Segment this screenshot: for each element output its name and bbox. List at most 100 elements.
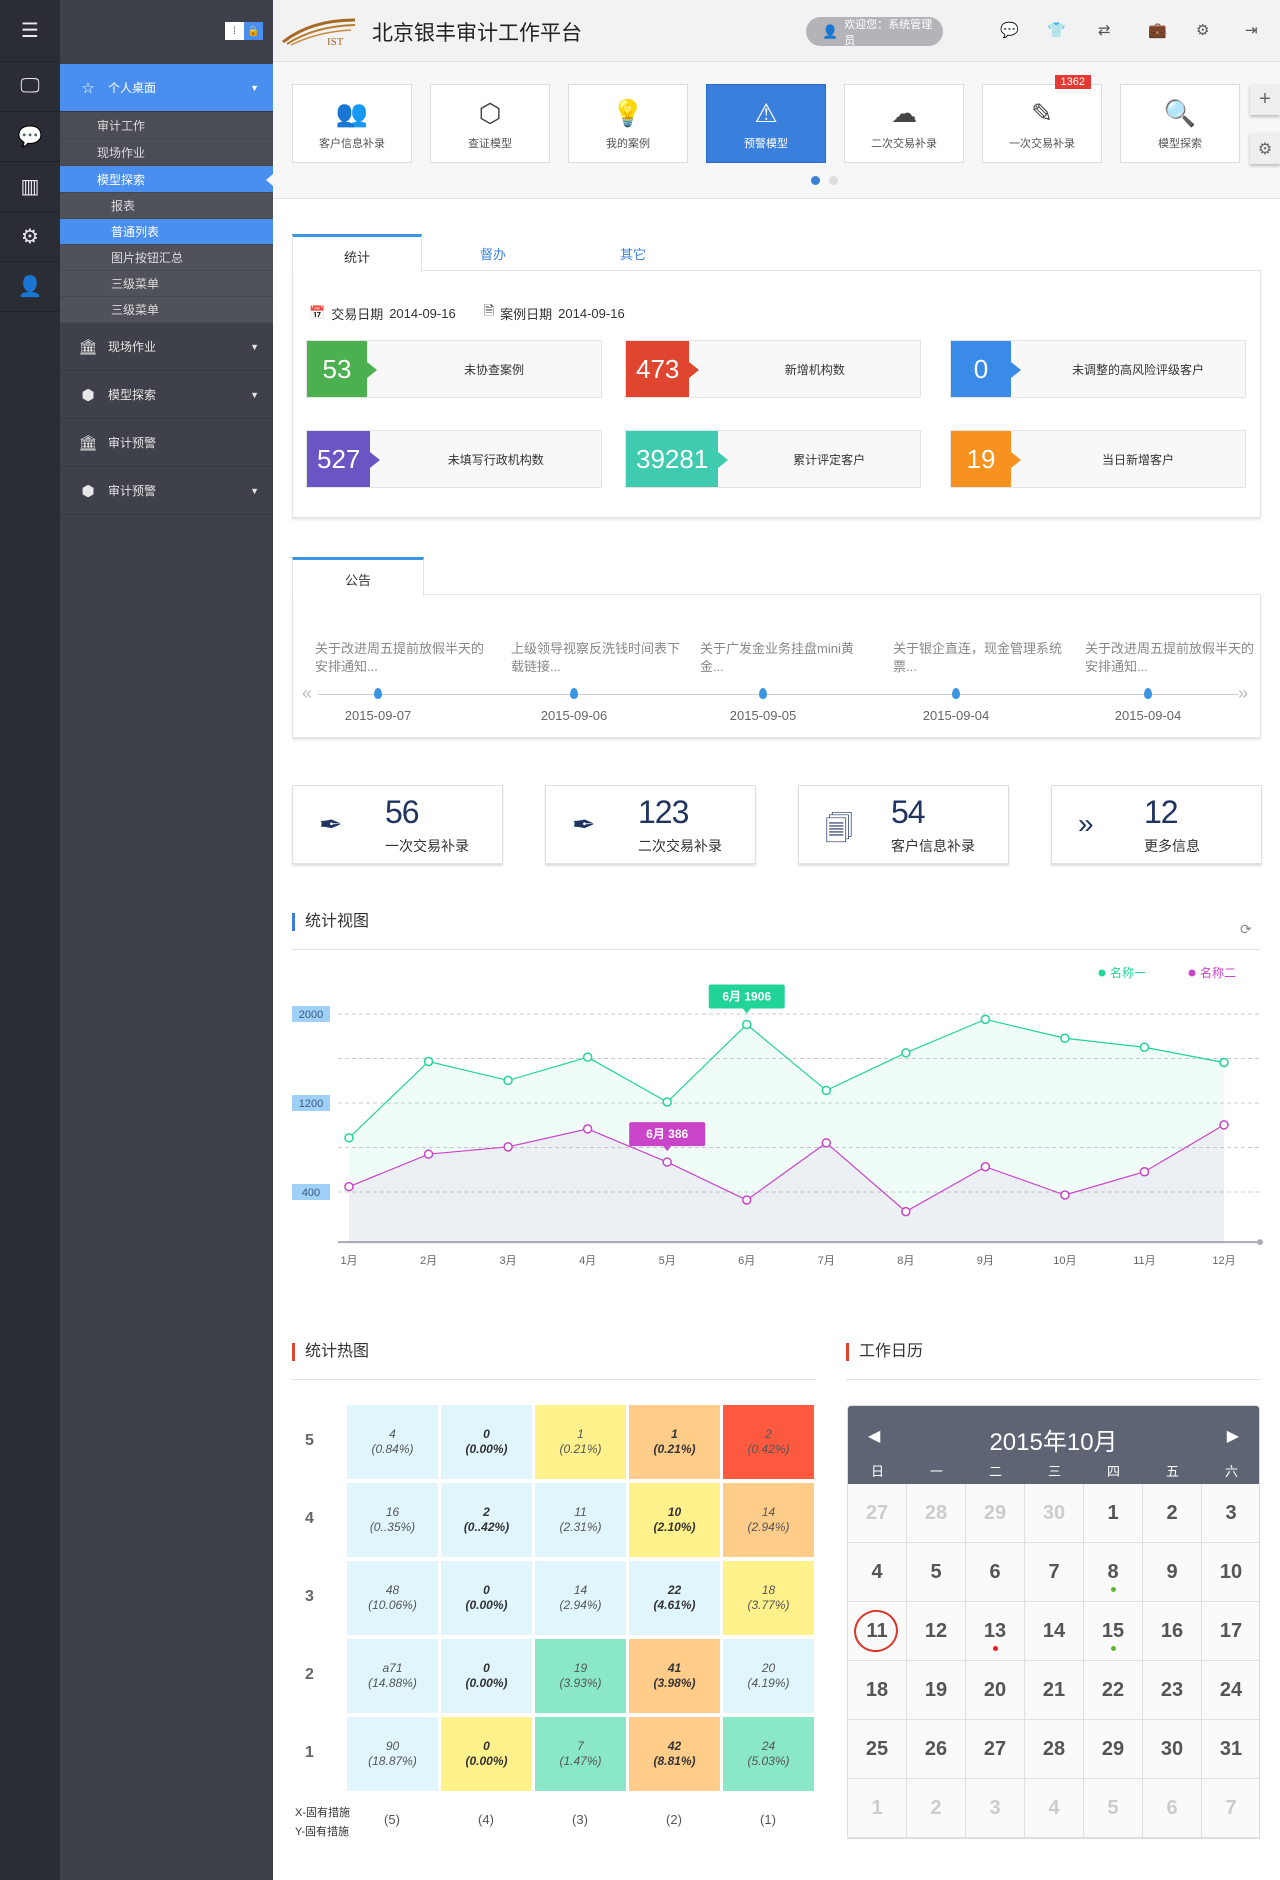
user-menu[interactable]: 👤 欢迎您：系统管理员 bbox=[806, 17, 943, 47]
calendar-day[interactable]: 7 bbox=[1025, 1543, 1084, 1602]
data-point[interactable] bbox=[662, 1157, 672, 1167]
swap-icon[interactable]: ⇄ bbox=[1098, 21, 1111, 39]
heatmap-cell[interactable]: 20 (4.19%) bbox=[723, 1639, 814, 1713]
calendar-day[interactable]: 28 bbox=[907, 1484, 966, 1543]
heatmap-cell[interactable]: 41 (3.98%) bbox=[629, 1639, 720, 1713]
calendar-day[interactable]: 29 bbox=[1084, 1720, 1143, 1779]
lock-icon[interactable]: 🔒 bbox=[244, 22, 263, 40]
heatmap-cell[interactable]: 11 (2.31%) bbox=[535, 1483, 626, 1557]
shortcut-tile[interactable]: 👥 客户信息补录 bbox=[292, 84, 412, 163]
sidebar-item[interactable]: 图片按钮汇总 bbox=[60, 245, 273, 271]
calendar-day[interactable]: 5 bbox=[1084, 1779, 1143, 1838]
heatmap-cell[interactable]: 0 (0.00%) bbox=[441, 1405, 532, 1479]
sidebar-item[interactable]: 三级菜单 bbox=[60, 271, 273, 297]
calendar-day[interactable]: 16 bbox=[1143, 1602, 1202, 1661]
next-icon[interactable]: » bbox=[1238, 683, 1248, 704]
heatmap-cell[interactable]: 0 (0.00%) bbox=[441, 1639, 532, 1713]
heatmap-cell[interactable]: a71 (14.88%) bbox=[347, 1639, 438, 1713]
calendar-day[interactable]: 30 bbox=[1025, 1484, 1084, 1543]
calendar-day[interactable]: 2 bbox=[1143, 1484, 1202, 1543]
legend-label[interactable]: 名称一 bbox=[1110, 965, 1146, 980]
info-card[interactable]: » 12 更多信息 bbox=[1051, 785, 1262, 864]
heatmap-cell[interactable]: 4 (0.84%) bbox=[347, 1405, 438, 1479]
calendar-day[interactable]: 3 bbox=[1202, 1484, 1259, 1543]
calendar-day[interactable]: 17 bbox=[1202, 1602, 1259, 1661]
data-point[interactable] bbox=[503, 1075, 513, 1086]
info-card[interactable]: ✒ 123 二次交易补录 bbox=[545, 785, 756, 864]
calendar-day[interactable]: 1 bbox=[848, 1779, 907, 1838]
data-point[interactable] bbox=[1139, 1042, 1150, 1053]
calendar-day[interactable]: 22 bbox=[1084, 1661, 1143, 1720]
data-point[interactable] bbox=[344, 1133, 354, 1143]
calendar-day[interactable]: 25 bbox=[848, 1720, 907, 1779]
heatmap-cell[interactable]: 0 (0.00%) bbox=[441, 1717, 532, 1791]
calendar-day[interactable]: 30 bbox=[1143, 1720, 1202, 1779]
carousel-dot-2[interactable] bbox=[829, 176, 838, 185]
chat-icon[interactable]: 💬 bbox=[1000, 21, 1019, 39]
calendar-day[interactable]: 1 bbox=[1084, 1484, 1143, 1543]
stat-card[interactable]: 53 未协查案例 bbox=[306, 340, 602, 398]
data-point[interactable] bbox=[741, 1019, 752, 1030]
stat-card[interactable]: 19 当日新增客户 bbox=[950, 430, 1246, 488]
calendar-day[interactable]: 29 bbox=[966, 1484, 1025, 1543]
heatmap-cell[interactable]: 24 (5.03%) bbox=[723, 1717, 814, 1791]
notice-link[interactable]: 关于广发金业务挂盘mini黄金... bbox=[700, 640, 870, 676]
notice-link[interactable]: 上级领导视察反洗钱时间表下载链接... bbox=[511, 640, 681, 676]
heatmap-cell[interactable]: 90 (18.87%) bbox=[347, 1717, 438, 1791]
data-point[interactable] bbox=[821, 1138, 832, 1148]
stat-card[interactable]: 527 未填写行政机构数 bbox=[306, 430, 602, 488]
data-point[interactable] bbox=[582, 1124, 593, 1134]
heatmap-cell[interactable]: 14 (2.94%) bbox=[723, 1483, 814, 1557]
refresh-icon[interactable]: ⟳ bbox=[1240, 921, 1252, 938]
gear-icon[interactable]: ⚙ bbox=[1196, 21, 1209, 39]
sidebar-item[interactable]: 现场作业 bbox=[60, 139, 273, 166]
calendar-day[interactable]: 11 bbox=[848, 1602, 907, 1661]
user-settings-icon[interactable]: 👤 bbox=[0, 262, 60, 312]
briefcase-icon[interactable]: 💼 bbox=[1148, 21, 1167, 39]
prev-icon[interactable]: « bbox=[302, 683, 312, 704]
data-point[interactable] bbox=[503, 1142, 513, 1152]
calendar-day[interactable]: 20 bbox=[966, 1661, 1025, 1720]
calendar-day[interactable]: 4 bbox=[1025, 1779, 1084, 1838]
calendar-day[interactable]: 27 bbox=[966, 1720, 1025, 1779]
info-card[interactable]: 🗐 54 客户信息补录 bbox=[798, 785, 1009, 864]
calendar-day[interactable]: 14 bbox=[1025, 1602, 1084, 1661]
shortcut-tile[interactable]: ⬡ 查证模型 bbox=[430, 84, 550, 163]
calendar-day[interactable]: 4 bbox=[848, 1543, 907, 1602]
shortcut-tile[interactable]: ☁ 二次交易补录 bbox=[844, 84, 964, 163]
calendar-day[interactable]: 18 bbox=[848, 1661, 907, 1720]
shortcut-tile[interactable]: 🔍 模型探索 bbox=[1120, 84, 1240, 163]
tab-other[interactable]: 其它 bbox=[620, 244, 646, 263]
calendar-day[interactable]: 19 bbox=[907, 1661, 966, 1720]
data-point[interactable] bbox=[980, 1014, 991, 1025]
heatmap-cell[interactable]: 48 (10.06%) bbox=[347, 1561, 438, 1635]
notice-link[interactable]: 关于改进周五提前放假半天的安排通知... bbox=[1085, 640, 1255, 676]
calendar-day[interactable]: 28 bbox=[1025, 1720, 1084, 1779]
tab-notice[interactable]: 公告 bbox=[292, 557, 424, 596]
calendar-day[interactable]: 6 bbox=[966, 1543, 1025, 1602]
data-point[interactable] bbox=[1060, 1190, 1070, 1200]
sidebar-item[interactable]: 🏛 现场作业 ▼ bbox=[60, 323, 273, 371]
calendar-day[interactable]: 9 bbox=[1143, 1543, 1202, 1602]
data-point[interactable] bbox=[1060, 1033, 1070, 1044]
shortcut-tile[interactable]: 💡 我的案例 bbox=[568, 84, 688, 163]
heatmap-cell[interactable]: 2 (0..42%) bbox=[441, 1483, 532, 1557]
data-point[interactable] bbox=[344, 1181, 354, 1192]
shortcut-tile[interactable]: ✎ 一次交易补录 1362 bbox=[982, 75, 1102, 163]
data-point[interactable] bbox=[901, 1048, 911, 1058]
calendar-day[interactable]: 24 bbox=[1202, 1661, 1259, 1720]
sidebar-item[interactable]: 三级菜单 bbox=[60, 297, 273, 323]
data-point[interactable] bbox=[662, 1097, 672, 1107]
sidebar-item[interactable]: 模型探索 bbox=[60, 166, 273, 193]
sidebar-item[interactable]: 审计工作 bbox=[60, 112, 273, 139]
info-card[interactable]: ✒ 56 一次交易补录 bbox=[292, 785, 503, 864]
chat-settings-icon[interactable]: 💬 bbox=[0, 112, 60, 162]
heatmap-cell[interactable]: 14 (2.94%) bbox=[535, 1561, 626, 1635]
data-point[interactable] bbox=[1139, 1167, 1150, 1177]
data-point[interactable] bbox=[423, 1149, 434, 1159]
binders-icon[interactable]: ▥ bbox=[0, 162, 60, 212]
gear-icon[interactable]: ⚙ bbox=[0, 212, 60, 262]
calendar-day[interactable]: 5 bbox=[907, 1543, 966, 1602]
sidebar-item[interactable]: 🏛 审计预警 bbox=[60, 419, 273, 467]
logout-icon[interactable]: ⇥ bbox=[1245, 21, 1258, 39]
